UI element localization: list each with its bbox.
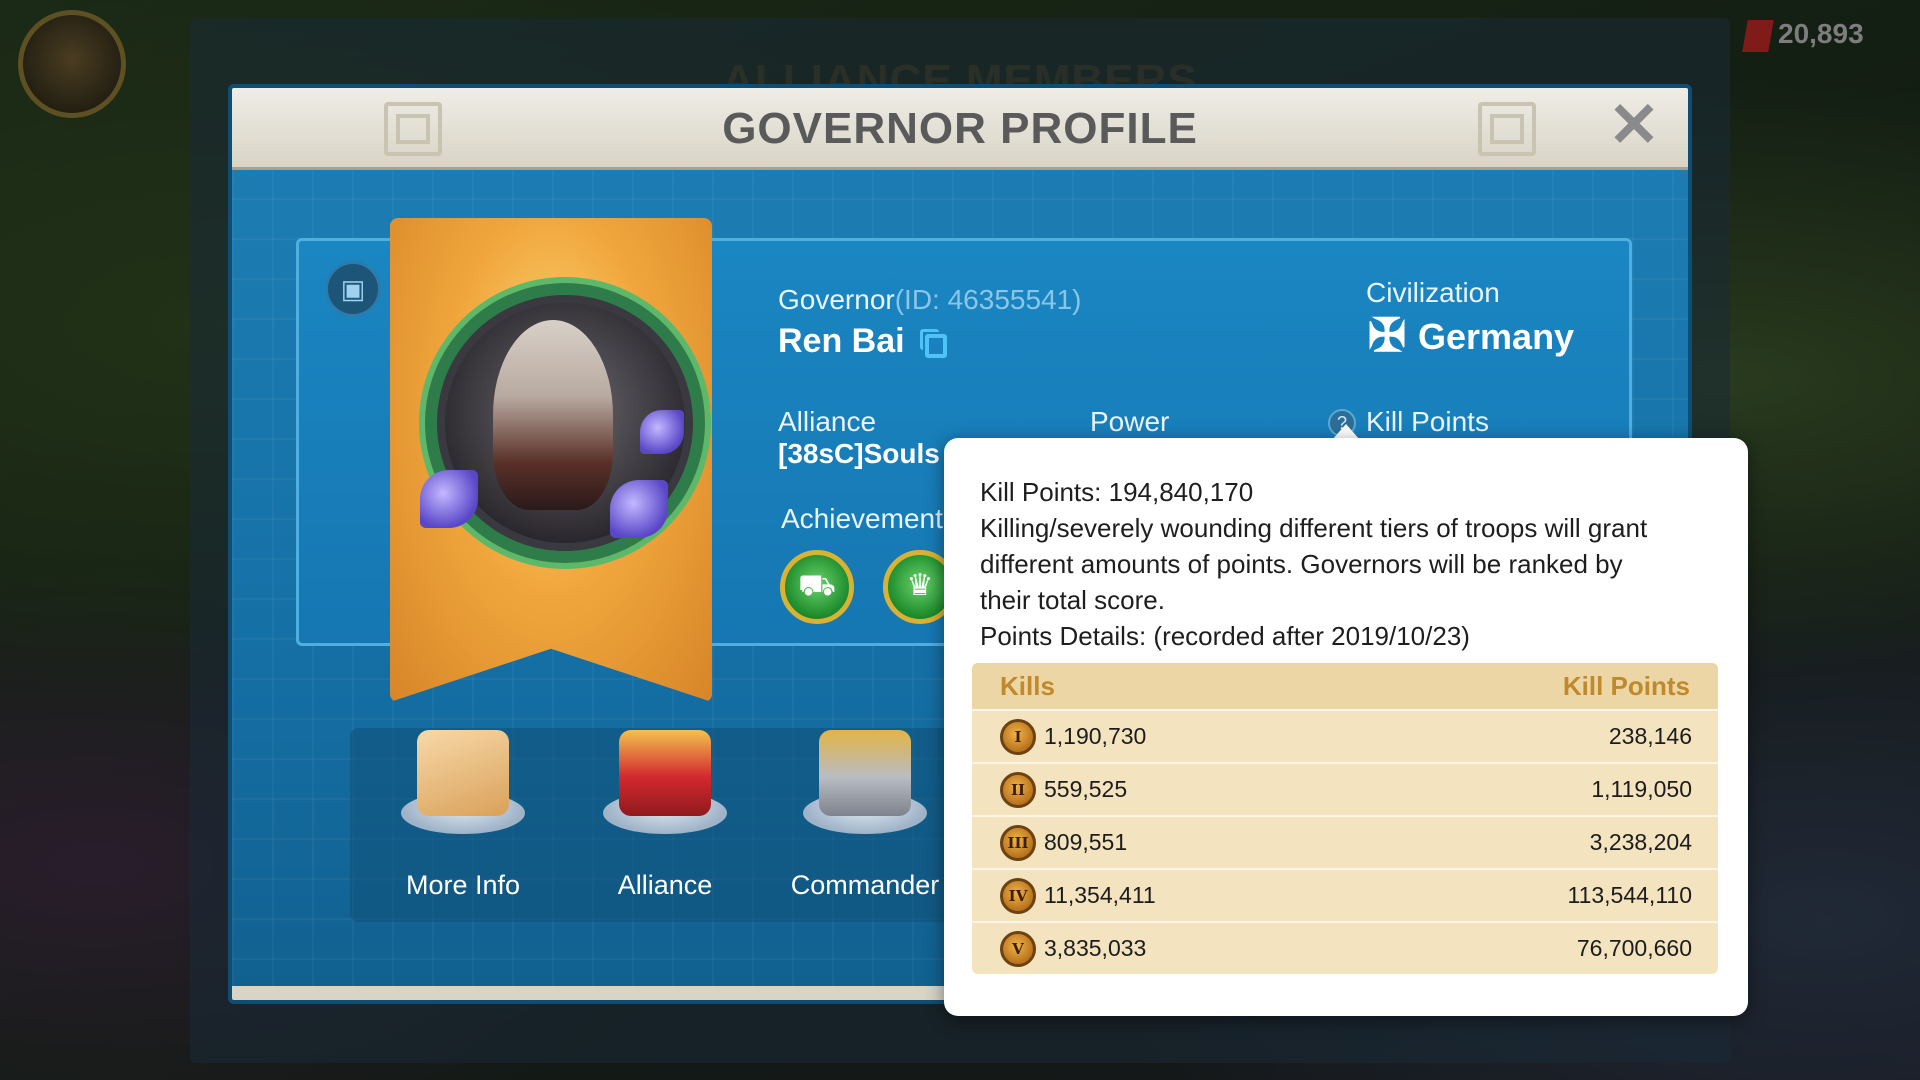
- cart-badge-icon[interactable]: ⛟: [780, 550, 854, 624]
- civilization-name: Germany: [1418, 316, 1575, 357]
- points-value: 238,146: [1608, 723, 1692, 749]
- tooltip-description-line: different amounts of points. Governors w…: [980, 549, 1623, 579]
- points-value: 76,700,660: [1576, 935, 1692, 961]
- points-value: 3,238,204: [1589, 829, 1692, 855]
- table-row: V 3,835,033 76,700,660: [972, 921, 1718, 974]
- governor-id: (ID: 46355541): [894, 284, 1082, 315]
- kill-points-label: Kill Points: [1366, 406, 1489, 437]
- portrait-figure: [493, 320, 613, 510]
- commander-label: Commander: [790, 870, 940, 900]
- power-label: Power: [1090, 406, 1170, 437]
- flower-icon: [610, 480, 668, 538]
- dialog-title: GOVERNOR PROFILE: [722, 104, 1198, 153]
- tier-3-icon: III: [1000, 824, 1036, 861]
- kill-points-table: Kills Kill Points I 1,190,730 238,146 II…: [972, 663, 1718, 974]
- kills-value: 559,525: [1044, 776, 1128, 802]
- tier-4-icon: IV: [1000, 877, 1036, 914]
- flower-icon: [420, 470, 478, 528]
- alliance-value: [38sC]Souls: [778, 438, 940, 469]
- tooltip-details-line: Points Details: (recorded after 2019/10/…: [980, 621, 1470, 651]
- kills-value: 809,551: [1044, 829, 1128, 855]
- commander-button[interactable]: Commander: [775, 720, 955, 910]
- player-avatar[interactable]: [18, 10, 126, 118]
- flower-icon: [640, 410, 684, 454]
- dialog-title-bar: GOVERNOR PROFILE ✕: [232, 88, 1688, 170]
- table-row: III 809,551 3,238,204: [972, 815, 1718, 868]
- points-value: 113,544,110: [1567, 882, 1693, 908]
- alliance-button[interactable]: Alliance: [575, 720, 755, 910]
- tier-2-icon: II: [1000, 771, 1036, 808]
- achievement-label: Achievement: [781, 503, 943, 534]
- table-row: II 559,525 1,119,050: [972, 762, 1718, 815]
- tier-1-icon: I: [1000, 718, 1036, 755]
- alliance-label: Alliance: [617, 870, 713, 900]
- tooltip-description-line: their total score.: [980, 585, 1165, 615]
- points-value: 1,119,050: [1591, 776, 1692, 802]
- more-info-button[interactable]: More Info: [373, 720, 553, 910]
- copy-icon[interactable]: [920, 329, 947, 358]
- kills-header: Kills: [1000, 670, 1055, 701]
- governor-name: Ren Bai: [778, 322, 905, 360]
- kills-value: 1,190,730: [1044, 723, 1147, 749]
- close-icon[interactable]: ✕: [1606, 95, 1662, 157]
- scroll-icon: [417, 730, 509, 816]
- tooltip-description-line: Killing/severely wounding different tier…: [980, 513, 1648, 543]
- alliance-label: Alliance: [778, 406, 877, 437]
- iron-cross-icon: ✠: [1367, 309, 1407, 361]
- helmet-icon: [819, 730, 911, 816]
- kill-points-tooltip: Kill Points: 194,840,170 Killing/severel…: [944, 438, 1748, 1016]
- sword-shield-icon: [619, 730, 711, 816]
- change-portrait-icon[interactable]: ▣: [325, 261, 381, 317]
- kills-value: 3,835,033: [1044, 935, 1147, 961]
- tooltip-title: Kill Points: 194,840,170: [980, 477, 1254, 507]
- kill-points-header: Kill Points: [1562, 670, 1690, 701]
- gem-count: 20,893: [1778, 18, 1864, 49]
- more-info-label: More Info: [405, 870, 521, 900]
- kills-value: 11,354,411: [1044, 882, 1156, 908]
- civilization-label: Civilization: [1366, 277, 1500, 308]
- table-row: IV 11,354,411 113,544,110: [972, 868, 1718, 921]
- tier-5-icon: V: [1000, 930, 1036, 967]
- table-header: Kills Kill Points: [972, 663, 1718, 709]
- table-row: I 1,190,730 238,146: [972, 709, 1718, 762]
- governor-label: Governor(ID: 46355541): [778, 284, 1082, 315]
